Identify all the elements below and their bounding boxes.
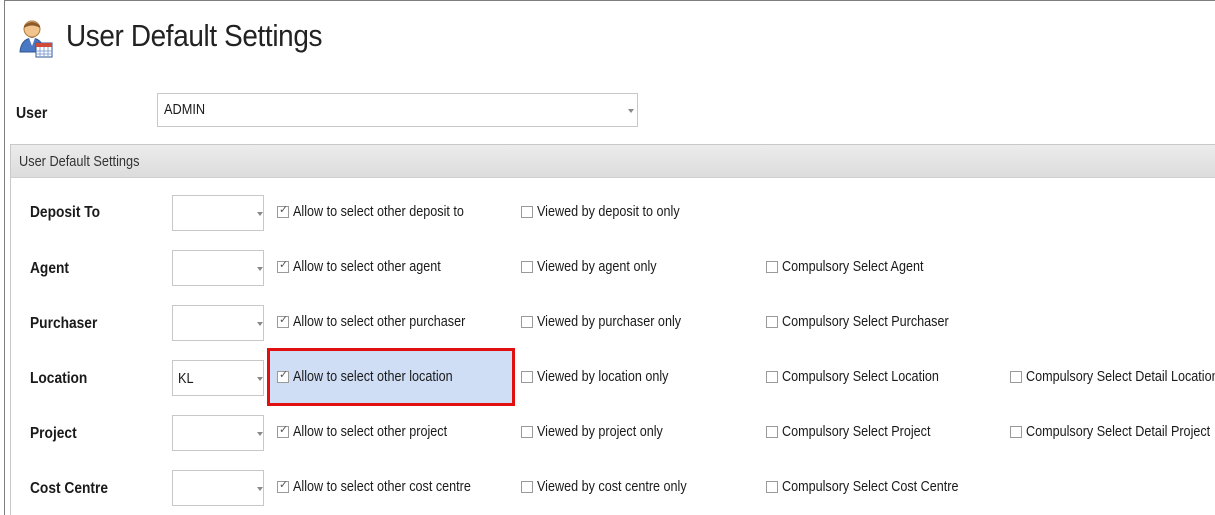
checkbox-box[interactable] [766, 371, 778, 383]
checkbox-label: Allow to select other deposit to [293, 203, 464, 220]
row-label-purchaser: Purchaser [30, 315, 98, 332]
checkbox-label: Allow to select other project [293, 423, 448, 440]
checkbox-box[interactable] [521, 261, 533, 273]
checkbox-label: Viewed by project only [537, 423, 663, 440]
row-label-deposit-to: Deposit To [30, 204, 101, 221]
checkbox-label: Allow to select other agent [293, 258, 441, 275]
chevron-down-icon [257, 212, 263, 216]
row-label-agent: Agent [30, 260, 69, 277]
checkbox-box[interactable]: ✓ [277, 313, 289, 328]
chevron-down-icon [257, 267, 263, 271]
project-combo[interactable] [172, 415, 264, 451]
checkbox-box[interactable]: ✓ [277, 203, 289, 218]
chevron-down-icon [628, 109, 634, 113]
checkbox-box[interactable] [1010, 426, 1022, 438]
check-icon: ✓ [279, 423, 289, 436]
user-dropdown[interactable]: ADMIN [157, 93, 638, 127]
user-settings-icon [19, 20, 53, 58]
cost-centre-combo[interactable] [172, 470, 264, 506]
checkbox-box[interactable] [1010, 371, 1022, 383]
group-header: User Default Settings [11, 145, 1215, 178]
location-combo[interactable]: KL [172, 360, 264, 396]
combo-value: KL [178, 370, 194, 387]
checkbox-box[interactable]: ✓ [277, 478, 289, 493]
checkbox-label: Compulsory Select Detail Project [1026, 423, 1211, 440]
checkbox-label: Compulsory Select Purchaser [782, 313, 949, 330]
checkbox-box[interactable] [521, 316, 533, 328]
checkbox-label: Compulsory Select Location [782, 368, 939, 385]
check-icon: ✓ [279, 478, 289, 491]
check-icon: ✓ [279, 203, 289, 216]
checkbox-label: Compulsory Select Detail Location [1026, 368, 1215, 385]
user-dropdown-value: ADMIN [164, 101, 206, 118]
group-title: User Default Settings [19, 153, 140, 170]
checkbox-label: Viewed by deposit to only [537, 203, 680, 220]
checkbox-label: Viewed by agent only [537, 258, 657, 275]
purchaser-combo[interactable] [172, 305, 264, 341]
page-title: User Default Settings [66, 18, 323, 53]
checkbox-box[interactable]: ✓ [277, 258, 289, 273]
checkbox-box[interactable] [521, 371, 533, 383]
checkbox-label: Viewed by cost centre only [537, 478, 687, 495]
chevron-down-icon [257, 377, 263, 381]
check-icon: ✓ [279, 313, 289, 326]
chevron-down-icon [257, 487, 263, 491]
checkbox-label: Viewed by purchaser only [537, 313, 682, 330]
row-label-project: Project [30, 425, 77, 442]
checkbox-box[interactable] [766, 481, 778, 493]
checkbox-box[interactable] [766, 261, 778, 273]
row-label-location: Location [30, 370, 88, 387]
checkbox-label: Viewed by location only [537, 368, 669, 385]
checkbox-box[interactable] [521, 206, 533, 218]
checkbox-label: Compulsory Select Agent [782, 258, 924, 275]
checkbox-label: Compulsory Select Project [782, 423, 931, 440]
checkbox-box[interactable] [521, 426, 533, 438]
chevron-down-icon [257, 432, 263, 436]
checkbox-box[interactable] [766, 316, 778, 328]
checkbox-box[interactable]: ✓ [277, 423, 289, 438]
row-label-cost-centre: Cost Centre [30, 480, 108, 497]
checkbox-label: Allow to select other purchaser [293, 313, 466, 330]
checkbox-label: Compulsory Select Cost Centre [782, 478, 959, 495]
user-label: User [16, 105, 48, 122]
checkbox-box[interactable] [766, 426, 778, 438]
check-icon: ✓ [279, 258, 289, 271]
chevron-down-icon [257, 322, 263, 326]
annotation-highlight-box [267, 348, 515, 406]
checkbox-box[interactable] [521, 481, 533, 493]
deposit-to-combo[interactable] [172, 195, 264, 231]
agent-combo[interactable] [172, 250, 264, 286]
checkbox-label: Allow to select other cost centre [293, 478, 471, 495]
